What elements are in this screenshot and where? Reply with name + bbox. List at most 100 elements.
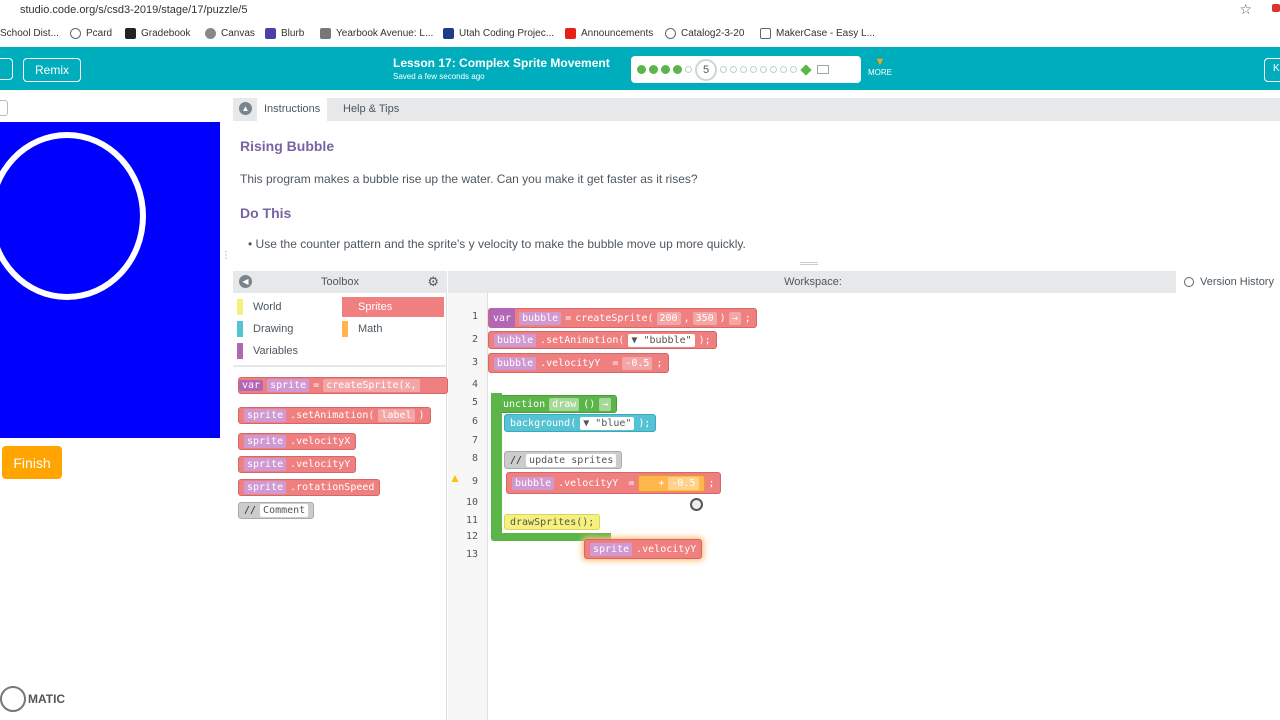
- category-drawing[interactable]: Drawing: [237, 319, 339, 339]
- bookmark-item[interactable]: MakerCase - Easy L...: [760, 28, 875, 39]
- back-button[interactable]: [0, 58, 13, 80]
- game-canvas[interactable]: [0, 122, 220, 438]
- instructions-heading: Rising Bubble: [240, 138, 335, 154]
- category-sprites[interactable]: Sprites: [342, 297, 444, 317]
- line-number: 6: [471, 416, 478, 427]
- resize-handle[interactable]: ⋮: [221, 250, 231, 261]
- bookmark-item[interactable]: Blurb: [265, 28, 304, 39]
- line-number: 10: [465, 497, 478, 508]
- block-rotation-speed[interactable]: sprite .rotationSpeed: [238, 479, 381, 496]
- bookmarks-bar: School Dist... Pcard Gradebook Canvas Bl…: [0, 24, 1280, 46]
- code-background[interactable]: background(▼ "blue");: [504, 414, 657, 432]
- level-dot[interactable]: [780, 66, 787, 73]
- extension-icon[interactable]: [1272, 4, 1280, 12]
- bookmark-item[interactable]: Yearbook Avenue: L...: [320, 28, 433, 39]
- bookmark-item[interactable]: Utah Coding Projec...: [443, 28, 554, 39]
- level-dot[interactable]: [750, 66, 757, 73]
- bookmark-star-icon[interactable]: ☆: [1239, 1, 1252, 18]
- page-icon: [760, 28, 771, 39]
- bookmark-item[interactable]: Announcements: [565, 28, 653, 39]
- code-function-draw[interactable]: function draw() →: [491, 395, 618, 413]
- color-dropdown[interactable]: ▼ "blue": [580, 416, 635, 430]
- gear-icon[interactable]: ⚙: [427, 274, 439, 290]
- current-level[interactable]: 5: [695, 58, 717, 81]
- dragging-block-velocity-y[interactable]: sprite .velocityY: [584, 539, 703, 559]
- block-velocity-x[interactable]: sprite .velocityX: [238, 433, 357, 450]
- level-dot[interactable]: [661, 65, 670, 74]
- instructions-body: This program makes a bubble rise up the …: [240, 172, 698, 186]
- line-number: 4: [471, 379, 478, 390]
- toolbox-header: ◀ Toolbox ⚙: [233, 271, 447, 293]
- line-number: 2: [471, 334, 478, 345]
- more-button[interactable]: ▼ MORE: [867, 57, 893, 78]
- warning-icon[interactable]: ▲: [449, 471, 461, 485]
- calendar-icon: [443, 28, 454, 39]
- level-dot[interactable]: [649, 65, 658, 74]
- line-number: 7: [471, 435, 478, 446]
- bonus-chest-icon[interactable]: [817, 65, 829, 74]
- finish-button[interactable]: Finish: [2, 446, 62, 479]
- collapse-icon[interactable]: ▲: [239, 102, 252, 115]
- address-bar[interactable]: studio.code.org/s/csd3-2019/stage/17/puz…: [0, 0, 1280, 22]
- tab-help-tips[interactable]: Help & Tips: [343, 103, 399, 115]
- saved-status: Saved a few seconds ago: [393, 72, 485, 81]
- block-comment[interactable]: //Comment: [238, 502, 315, 519]
- logo: MATIC: [0, 686, 65, 712]
- bookmark-item[interactable]: School Dist...: [0, 28, 59, 39]
- workspace-title: Workspace:: [784, 276, 842, 288]
- bookmark-item[interactable]: Catalog2-3-20: [665, 28, 744, 39]
- version-history-button[interactable]: Version History: [1176, 271, 1280, 293]
- code-set-animation[interactable]: bubble .setAnimation(▼ "bubble");: [488, 331, 717, 349]
- code-math-add[interactable]: + -0.5: [638, 474, 705, 492]
- url-text[interactable]: studio.code.org/s/csd3-2019/stage/17/puz…: [20, 4, 247, 16]
- remix-button[interactable]: Remix: [23, 58, 81, 82]
- line-number: 5: [471, 397, 478, 408]
- tab-instructions[interactable]: Instructions: [257, 98, 328, 121]
- divider: [233, 365, 447, 367]
- function-body: [491, 393, 502, 541]
- code-comment[interactable]: //update sprites: [504, 451, 623, 469]
- header-right-button[interactable]: K: [1264, 58, 1280, 82]
- level-dot[interactable]: [760, 66, 767, 73]
- canvas-icon: [205, 28, 216, 39]
- bubble-sprite: [0, 132, 146, 300]
- instructions-tab-bar: ▲ Instructions Help & Tips: [233, 98, 1280, 121]
- level-dot[interactable]: [685, 66, 692, 73]
- line-number: 13: [465, 549, 478, 560]
- bookmark-item[interactable]: Pcard: [70, 28, 112, 39]
- bookmark-item[interactable]: Canvas: [205, 28, 255, 39]
- level-progress: 5: [631, 56, 861, 83]
- lesson-title: Lesson 17: Complex Sprite Movement: [393, 56, 610, 70]
- mouse-cursor-icon: [690, 498, 703, 511]
- collapse-stage-button[interactable]: [0, 100, 8, 116]
- resize-grip[interactable]: [800, 262, 818, 265]
- animation-dropdown[interactable]: ▼ "bubble": [628, 333, 695, 347]
- gradebook-icon: [125, 28, 136, 39]
- code-create-sprite[interactable]: var bubble = createSprite(200, 350) → ;: [488, 308, 757, 328]
- line-number: 11: [465, 515, 478, 526]
- clock-icon: [1184, 277, 1194, 287]
- block-velocity-y[interactable]: sprite .velocityY: [238, 456, 357, 473]
- level-dot[interactable]: [730, 66, 737, 73]
- level-dot[interactable]: [740, 66, 747, 73]
- workspace[interactable]: 1 2 3 4 5 6 7 8 9 10 11 12 13 ▲ var bubb…: [448, 293, 1280, 720]
- level-dot[interactable]: [790, 66, 797, 73]
- bookmark-item[interactable]: Gradebook: [125, 28, 190, 39]
- level-dot[interactable]: [770, 66, 777, 73]
- level-dot[interactable]: [673, 65, 682, 74]
- line-number-gutter: 1 2 3 4 5 6 7 8 9 10 11 12 13: [448, 293, 488, 720]
- code-velocity-y-update[interactable]: bubble .velocityY = + -0.5 ;: [506, 472, 721, 494]
- code-velocity-y[interactable]: bubble .velocityY = -0.5;: [488, 353, 669, 373]
- category-world[interactable]: World: [237, 297, 339, 317]
- category-variables[interactable]: Variables: [237, 341, 339, 361]
- line-number: 12: [465, 531, 478, 542]
- line-number: 3: [471, 357, 478, 368]
- logo-icon: [0, 686, 26, 712]
- assessment-diamond-icon[interactable]: [800, 63, 812, 76]
- code-draw-sprites[interactable]: drawSprites();: [504, 514, 601, 530]
- block-set-animation[interactable]: sprite .setAnimation(label): [238, 407, 431, 424]
- category-math[interactable]: Math: [342, 319, 444, 339]
- level-dot[interactable]: [720, 66, 727, 73]
- level-dot[interactable]: [637, 65, 646, 74]
- block-create-sprite[interactable]: var sprite = createSprite(x,: [238, 377, 448, 394]
